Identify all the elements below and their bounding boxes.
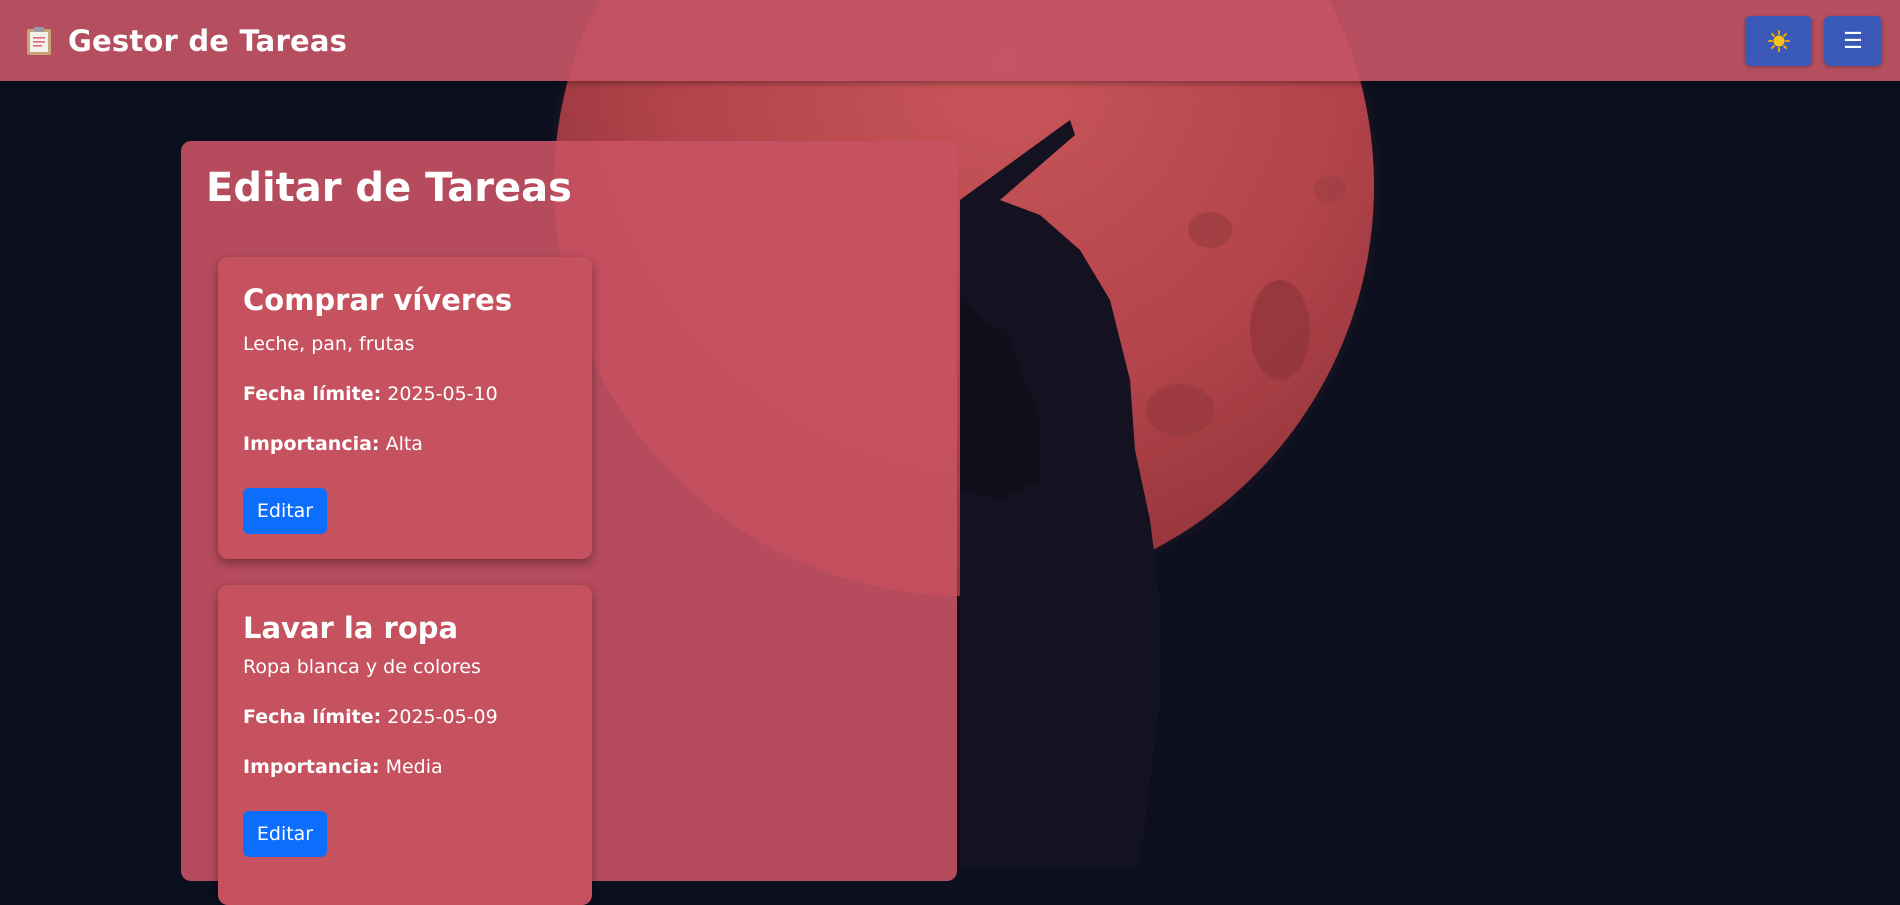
- importance-label: Importancia:: [243, 756, 380, 778]
- page-title: Editar de Tareas: [206, 165, 572, 211]
- due-date-label: Fecha límite:: [243, 383, 382, 405]
- brand[interactable]: Gestor de Tareas: [26, 24, 347, 58]
- hamburger-menu-icon: ☰: [1843, 27, 1863, 53]
- task-description: Ropa blanca y de colores: [243, 656, 481, 678]
- header-actions: ☰: [1745, 15, 1882, 66]
- task-description: Leche, pan, frutas: [243, 333, 415, 355]
- task-due-date: Fecha límite: 2025-05-09: [243, 706, 498, 728]
- task-card: Comprar víveres Leche, pan, frutas Fecha…: [218, 257, 592, 559]
- due-date-value: 2025-05-10: [387, 383, 498, 405]
- menu-button[interactable]: ☰: [1824, 15, 1882, 66]
- due-date-value: 2025-05-09: [387, 706, 498, 728]
- due-date-label: Fecha límite:: [243, 706, 382, 728]
- edit-tasks-panel: Editar de Tareas Comprar víveres Leche, …: [181, 141, 957, 905]
- top-navbar: Gestor de Tareas ☰: [0, 0, 1900, 81]
- task-title: Lavar la ropa: [243, 611, 459, 645]
- importance-value: Media: [385, 756, 443, 778]
- edit-task-button[interactable]: Editar: [243, 811, 327, 857]
- importance-value: Alta: [385, 433, 423, 455]
- importance-label: Importancia:: [243, 433, 380, 455]
- sun-icon: [1767, 29, 1790, 52]
- edit-task-button[interactable]: Editar: [243, 488, 327, 534]
- app-title: Gestor de Tareas: [68, 23, 348, 58]
- task-importance: Importancia: Media: [243, 756, 443, 778]
- task-card: Lavar la ropa Ropa blanca y de colores F…: [218, 585, 592, 905]
- task-due-date: Fecha límite: 2025-05-10: [243, 383, 498, 405]
- task-title: Comprar víveres: [243, 283, 513, 317]
- clipboard-icon: [27, 26, 51, 55]
- theme-toggle-button[interactable]: [1745, 15, 1812, 66]
- task-importance: Importancia: Alta: [243, 433, 423, 455]
